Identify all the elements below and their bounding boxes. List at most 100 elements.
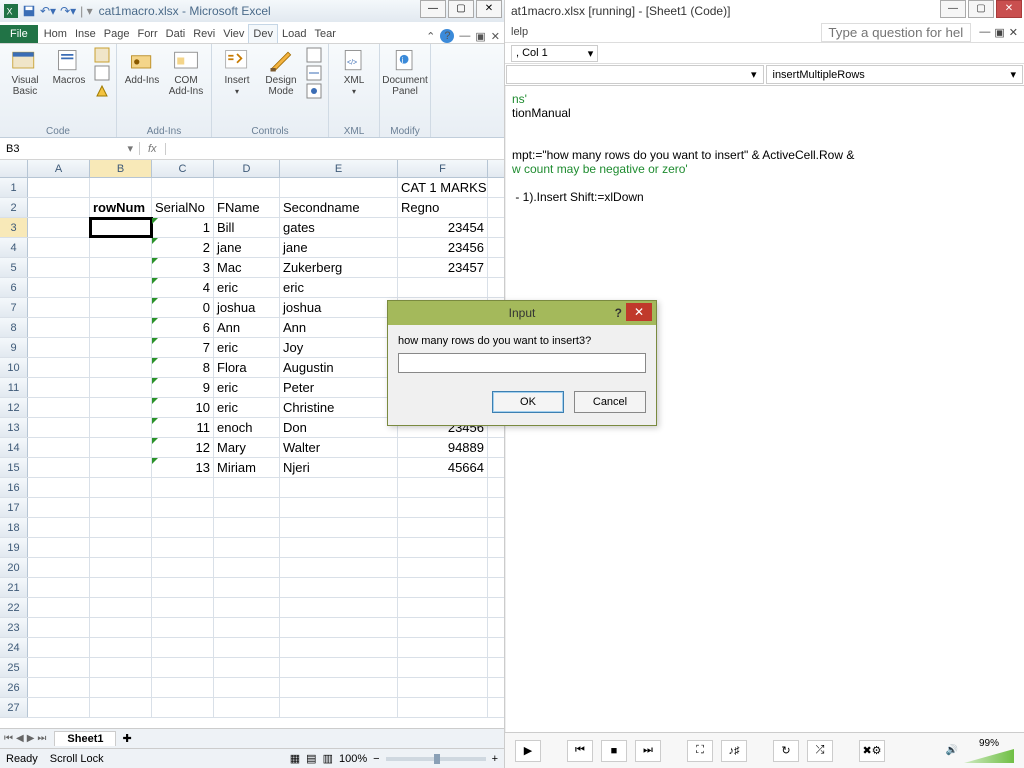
cell-A15[interactable] [28,458,90,477]
cell-F4[interactable]: 23456 [398,238,488,257]
cell-A6[interactable] [28,278,90,297]
row-header[interactable]: 6 [0,278,28,297]
zoom-in-icon[interactable]: + [492,753,498,765]
select-all-corner[interactable] [0,160,28,177]
xml-button[interactable]: </>XML▾ [335,47,373,97]
cell-E4[interactable]: jane [280,238,398,257]
row-header[interactable]: 11 [0,378,28,397]
cell-C20[interactable] [152,558,214,577]
next-button[interactable]: ⏭ [635,740,661,762]
cell-B16[interactable] [90,478,152,497]
cell-E8[interactable]: Ann [280,318,398,337]
row-header[interactable]: 19 [0,538,28,557]
cell-C19[interactable] [152,538,214,557]
cell-F6[interactable] [398,278,488,297]
last-sheet-icon[interactable]: ⏭ [37,733,46,744]
dialog-help-icon[interactable]: ? [615,306,622,320]
cell-D1[interactable] [214,178,280,197]
zoom-slider[interactable] [386,757,486,761]
macros-button[interactable]: Macros [50,47,88,86]
object-dropdown[interactable]: ▾ [506,65,764,84]
ribbon-tab-tear[interactable]: Tear [310,25,339,43]
cell-B20[interactable] [90,558,152,577]
help-icon[interactable]: ? [440,29,454,43]
mdi-close-icon[interactable]: ✕ [491,30,500,43]
cell-D22[interactable] [214,598,280,617]
cell-C16[interactable] [152,478,214,497]
cell-F2[interactable]: Regno [398,198,488,217]
cell-A19[interactable] [28,538,90,557]
row-header[interactable]: 7 [0,298,28,317]
cell-C7[interactable]: 0 [152,298,214,317]
cell-B8[interactable] [90,318,152,337]
view-page-icon[interactable]: ▤ [306,752,316,765]
view-normal-icon[interactable]: ▦ [290,752,300,765]
row-header[interactable]: 3 [0,218,28,237]
cell-F3[interactable]: 23454 [398,218,488,237]
undo-icon[interactable]: ↶▾ [40,4,56,18]
cell-D23[interactable] [214,618,280,637]
cell-D9[interactable]: eric [214,338,280,357]
cell-D21[interactable] [214,578,280,597]
cell-A13[interactable] [28,418,90,437]
column-header-A[interactable]: A [28,160,90,177]
column-header-B[interactable]: B [90,160,152,177]
cell-E1[interactable] [280,178,398,197]
ribbon-tab-dati[interactable]: Dati [162,25,190,43]
row-header[interactable]: 22 [0,598,28,617]
redo-icon[interactable]: ↷▾ [60,4,76,18]
row-header[interactable]: 4 [0,238,28,257]
cell-E7[interactable]: joshua [280,298,398,317]
cell-F26[interactable] [398,678,488,697]
row-header[interactable]: 25 [0,658,28,677]
prev-button[interactable]: ⏮ [567,740,593,762]
ask-question-input[interactable] [821,23,971,42]
cell-A8[interactable] [28,318,90,337]
cell-A20[interactable] [28,558,90,577]
cell-C9[interactable]: 7 [152,338,214,357]
vbe-minimize-button[interactable]: — [940,0,966,18]
row-header[interactable]: 21 [0,578,28,597]
cell-C14[interactable]: 12 [152,438,214,457]
cell-F5[interactable]: 23457 [398,258,488,277]
cell-D18[interactable] [214,518,280,537]
row-header[interactable]: 16 [0,478,28,497]
cell-C25[interactable] [152,658,214,677]
cell-B23[interactable] [90,618,152,637]
cell-A14[interactable] [28,438,90,457]
vbe-menu-help[interactable]: lelp [511,26,528,38]
procedure-dropdown[interactable]: insertMultipleRows▾ [766,65,1024,84]
cell-D10[interactable]: Flora [214,358,280,377]
cell-E15[interactable]: Njeri [280,458,398,477]
cell-C10[interactable]: 8 [152,358,214,377]
cell-B18[interactable] [90,518,152,537]
cell-B26[interactable] [90,678,152,697]
com-addins-button[interactable]: COM Add-Ins [167,47,205,97]
ribbon-tab-revi[interactable]: Revi [189,25,219,43]
cell-C3[interactable]: 1 [152,218,214,237]
cell-A2[interactable] [28,198,90,217]
cell-A26[interactable] [28,678,90,697]
vbe-close-button[interactable]: ✕ [996,0,1022,18]
prev-sheet-icon[interactable]: ◀ [16,733,24,744]
cell-B5[interactable] [90,258,152,277]
cell-C18[interactable] [152,518,214,537]
cell-C2[interactable]: SerialNo [152,198,214,217]
cell-F16[interactable] [398,478,488,497]
cell-D5[interactable]: Mac [214,258,280,277]
cell-C13[interactable]: 11 [152,418,214,437]
cell-D13[interactable]: enoch [214,418,280,437]
cell-A11[interactable] [28,378,90,397]
cell-A7[interactable] [28,298,90,317]
row-header[interactable]: 23 [0,618,28,637]
column-header-E[interactable]: E [280,160,398,177]
first-sheet-icon[interactable]: ⏮ [4,733,13,744]
cell-E17[interactable] [280,498,398,517]
row-header[interactable]: 13 [0,418,28,437]
zoom-out-icon[interactable]: − [373,753,379,765]
cell-A17[interactable] [28,498,90,517]
cell-B7[interactable] [90,298,152,317]
fullscreen-icon[interactable]: ⛶ [687,740,713,762]
cell-C23[interactable] [152,618,214,637]
save-icon[interactable] [22,4,36,18]
